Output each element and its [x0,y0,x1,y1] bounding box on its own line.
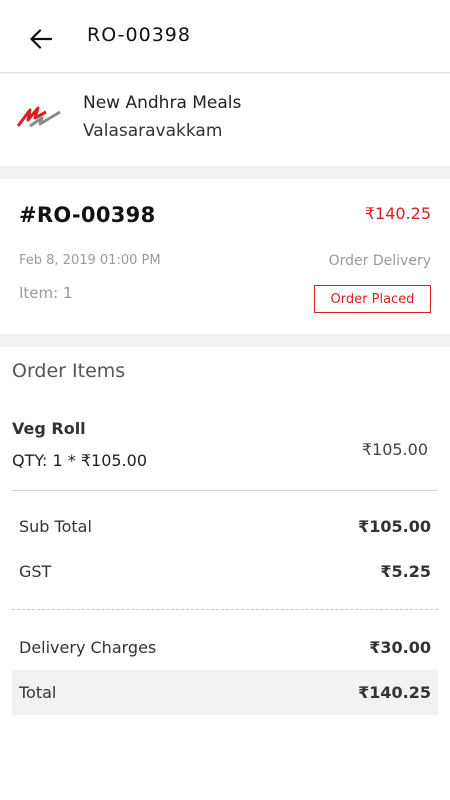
dashed-divider [12,609,438,610]
gst-value: ₹5.25 [380,562,431,581]
page-title: RO-00398 [87,24,191,46]
section-title: Order Items [12,360,126,382]
delivery-charges-label: Delivery Charges [19,638,157,657]
divider [12,490,438,491]
total-row: Total ₹140.25 [12,670,438,715]
subtotal-row: Sub Total ₹105.00 [12,504,438,548]
total-value: ₹140.25 [358,683,431,702]
restaurant-logo [16,106,61,128]
total-label: Total [19,683,57,702]
order-id: #RO-00398 [19,203,156,227]
restaurant-area: Valasaravakkam [83,121,223,141]
order-item-count: Item: 1 [19,284,73,302]
subtotal-label: Sub Total [19,517,92,536]
order-type: Order Delivery [328,253,431,269]
status-badge: Order Placed [314,285,431,313]
order-summary-card: #RO-00398 ₹140.25 Feb 8, 2019 01:00 PM O… [0,179,450,334]
app-header: RO-00398 [0,0,450,73]
order-date: Feb 8, 2019 01:00 PM [19,253,161,268]
restaurant-info: New Andhra Meals Valasaravakkam [0,74,450,166]
delivery-charges-row: Delivery Charges ₹30.00 [12,625,438,669]
order-amount: ₹140.25 [364,204,431,223]
gst-row: GST ₹5.25 [12,549,438,593]
arrow-left-icon [30,29,52,49]
item-name: Veg Roll [12,419,86,438]
subtotal-value: ₹105.00 [358,517,431,536]
gst-label: GST [19,562,52,581]
restaurant-name: New Andhra Meals [83,93,242,113]
item-quantity: QTY: 1 * ₹105.00 [12,451,148,470]
delivery-charges-value: ₹30.00 [369,638,431,657]
item-price: ₹105.00 [361,440,428,459]
order-items-card: Order Items Veg Roll QTY: 1 * ₹105.00 ₹1… [0,347,450,800]
back-button[interactable] [24,22,58,56]
